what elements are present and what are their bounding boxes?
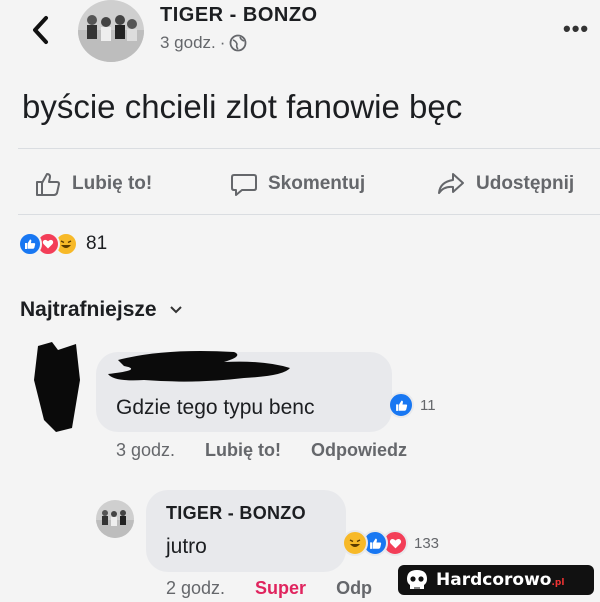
meta-separator: · bbox=[219, 33, 226, 52]
author-avatar[interactable] bbox=[78, 0, 144, 62]
reply-reaction-count: 133 bbox=[414, 534, 440, 552]
like-reaction-icon bbox=[18, 232, 42, 256]
commenter-avatar[interactable] bbox=[30, 340, 84, 434]
watermark-suffix: .pl bbox=[551, 578, 565, 588]
skull-icon bbox=[407, 570, 427, 589]
divider bbox=[18, 148, 600, 149]
comment-reactions[interactable]: 11 bbox=[388, 392, 436, 418]
comment-button[interactable]: Skomentuj bbox=[230, 170, 365, 198]
share-label: Udostępnij bbox=[476, 173, 575, 194]
comment-like-button[interactable]: Lubię to! bbox=[205, 440, 281, 461]
comment-sort-dropdown[interactable]: Najtrafniejsze bbox=[20, 298, 183, 322]
reply-super-reaction-button[interactable]: Super bbox=[255, 578, 306, 599]
redacted-author-name bbox=[104, 346, 300, 390]
haha-reaction-icon bbox=[342, 530, 368, 556]
chevron-left-icon bbox=[33, 16, 48, 44]
chevron-down-icon bbox=[169, 306, 182, 314]
reactions-summary[interactable]: 81 bbox=[18, 232, 107, 256]
more-options-icon[interactable]: ••• bbox=[563, 16, 589, 42]
reply-author-name[interactable]: TIGER - BONZO bbox=[166, 503, 306, 524]
reply-text: jutro bbox=[166, 535, 207, 558]
reply-reactions[interactable]: 133 bbox=[342, 530, 439, 556]
reaction-count: 81 bbox=[86, 233, 108, 254]
comment-meta: 3 godz. Lubię to! Odpowiedz bbox=[116, 440, 407, 461]
back-button[interactable] bbox=[26, 12, 56, 48]
post-time: 3 godz. bbox=[160, 33, 216, 52]
reply-time: 2 godz. bbox=[166, 578, 226, 598]
globe-icon bbox=[230, 34, 247, 52]
sort-label: Najtrafniejsze bbox=[20, 298, 157, 321]
comment-reply-button[interactable]: Odpowiedz bbox=[311, 440, 407, 461]
post-meta: 3 godz. · bbox=[160, 33, 247, 53]
share-button[interactable]: Udostępnij bbox=[436, 170, 574, 198]
watermark: Hardcorowo.pl bbox=[398, 565, 594, 595]
divider bbox=[18, 214, 600, 215]
thumbs-up-icon bbox=[36, 173, 60, 196]
comment-reaction-count: 11 bbox=[420, 396, 436, 414]
comment-time: 3 godz. bbox=[116, 440, 176, 460]
comment-text: Gdzie tego typu benc bbox=[116, 396, 315, 419]
like-label: Lubię to! bbox=[72, 173, 153, 194]
comment-icon bbox=[231, 174, 257, 196]
reply-author-avatar[interactable] bbox=[96, 500, 134, 538]
post-text: byście chcieli zlot fanowie bęc bbox=[22, 88, 463, 125]
like-reaction-icon bbox=[388, 392, 414, 418]
post-author-name[interactable]: TIGER - BONZO bbox=[160, 4, 318, 27]
share-arrow-icon bbox=[438, 173, 464, 194]
like-button[interactable]: Lubię to! bbox=[34, 170, 152, 198]
reply-meta: 2 godz. Super Odp bbox=[166, 578, 372, 599]
reply-reply-button[interactable]: Odp bbox=[336, 578, 372, 599]
comment-label: Skomentuj bbox=[268, 173, 366, 194]
watermark-text: Hardcorowo bbox=[436, 570, 552, 590]
